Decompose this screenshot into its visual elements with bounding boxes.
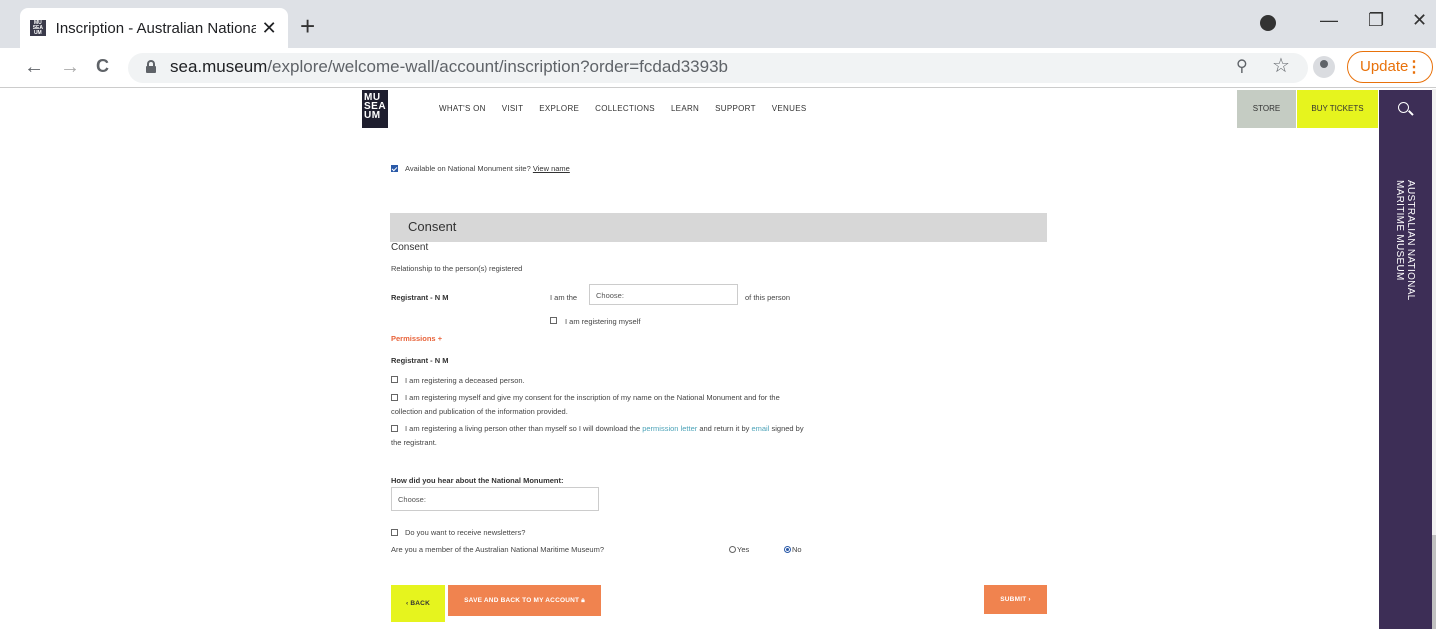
bookmark-star-icon[interactable]: ☆ — [1272, 53, 1290, 78]
nav-whats-on[interactable]: WHAT'S ON — [439, 104, 486, 113]
i-am-the-label: I am the — [550, 293, 578, 302]
favicon-icon: MU SEA UM — [30, 20, 46, 36]
member-yes-radio[interactable] — [729, 546, 736, 553]
main-nav: WHAT'S ON VISIT EXPLORE COLLECTIONS LEAR… — [439, 104, 806, 113]
address-bar: ← → C sea.museum/explore/welcome-wall/ac… — [0, 48, 1436, 88]
minimize-icon[interactable]: — — [1320, 10, 1338, 31]
newsletter-label: Do you want to receive newsletters? — [405, 528, 526, 537]
forward-icon[interactable]: → — [60, 56, 80, 79]
member-no-label: No — [792, 545, 802, 554]
search-icon — [1398, 102, 1409, 113]
member-no-radio[interactable] — [784, 546, 791, 553]
new-tab-button[interactable]: + — [300, 13, 315, 39]
lock-icon: 🔒︎ — [581, 597, 585, 604]
back-icon[interactable]: ← — [24, 56, 44, 79]
permissions-toggle[interactable]: Permissions + — [391, 334, 442, 343]
relationship-label: Relationship to the person(s) registered — [391, 264, 523, 273]
living-person-checkbox[interactable] — [391, 425, 398, 432]
relationship-select[interactable]: Choose: — [589, 284, 738, 305]
of-this-person-label: of this person — [745, 293, 791, 302]
scrollbar-thumb[interactable] — [1432, 535, 1436, 629]
deceased-checkbox[interactable] — [391, 376, 398, 383]
hear-about-select[interactable]: Choose: — [391, 487, 599, 511]
consent-myself-label-line1: I am registering myself and give my cons… — [405, 393, 780, 402]
reload-icon[interactable]: C — [96, 56, 109, 77]
restore-icon[interactable]: ❐ — [1368, 10, 1384, 31]
browser-tab[interactable]: MU SEA UM Inscription - Australian Natio… — [20, 8, 288, 48]
consent-heading: Consent — [391, 242, 429, 253]
living-person-label-line2: the registrant. — [391, 438, 437, 447]
consent-section-header: Consent — [390, 213, 1047, 242]
back-button[interactable]: ‹ BACK — [391, 585, 445, 622]
nav-venues[interactable]: VENUES — [772, 104, 807, 113]
close-tab-icon[interactable]: ✕ — [260, 18, 278, 39]
nav-learn[interactable]: LEARN — [671, 104, 699, 113]
nav-collections[interactable]: COLLECTIONS — [595, 104, 655, 113]
nav-visit[interactable]: VISIT — [502, 104, 524, 113]
tab-title: Inscription - Australian National M — [55, 19, 257, 37]
consent-myself-checkbox[interactable] — [391, 394, 398, 401]
buy-tickets-button[interactable]: BUY TICKETS — [1297, 90, 1378, 128]
url-field[interactable]: sea.museum/explore/welcome-wall/account/… — [128, 53, 1308, 83]
view-name-link[interactable]: View name — [533, 164, 570, 173]
save-button[interactable]: SAVE AND BACK TO MY ACCOUNT 🔒︎ — [448, 585, 601, 616]
available-label: Available on National Monument site? Vie… — [405, 164, 570, 173]
close-window-icon[interactable]: ✕ — [1412, 10, 1427, 31]
museum-logo[interactable]: MU SEA UM — [362, 90, 388, 128]
menu-dots-icon: ⋮ — [1406, 59, 1422, 76]
newsletter-checkbox[interactable] — [391, 529, 398, 536]
submit-button[interactable]: SUBMIT › — [984, 585, 1047, 614]
browser-tab-bar: MU SEA UM Inscription - Australian Natio… — [0, 0, 1436, 48]
hear-about-label: How did you hear about the National Monu… — [391, 476, 564, 485]
nav-support[interactable]: SUPPORT — [715, 104, 756, 113]
permission-letter-link[interactable]: permission letter — [642, 424, 697, 433]
registrant-label: Registrant - N M — [391, 293, 449, 302]
update-button[interactable]: Update ⋮ — [1347, 51, 1433, 83]
side-panel-title: AUSTRALIAN NATIONAL MARITIME MUSEUM — [1394, 180, 1416, 301]
extension-icon[interactable] — [1260, 15, 1276, 31]
site-search-button[interactable] — [1379, 90, 1432, 128]
lock-icon — [146, 60, 156, 73]
member-question: Are you a member of the Australian Natio… — [391, 545, 605, 554]
deceased-label: I am registering a deceased person. — [405, 376, 525, 385]
member-yes-label: Yes — [737, 545, 750, 554]
nav-explore[interactable]: EXPLORE — [539, 104, 579, 113]
registering-myself-label: I am registering myself — [565, 317, 641, 326]
perm-registrant-label: Registrant - N M — [391, 356, 449, 365]
available-checkbox[interactable] — [391, 165, 398, 172]
zoom-icon[interactable]: ⚲ — [1236, 56, 1248, 76]
url-text: sea.museum/explore/welcome-wall/account/… — [170, 57, 729, 76]
consent-myself-label-line2: collection and publication of the inform… — [391, 407, 568, 416]
profile-avatar-icon[interactable] — [1313, 56, 1335, 78]
living-person-label-line1: I am registering a living person other t… — [405, 424, 804, 433]
email-link[interactable]: email — [751, 424, 769, 433]
store-button[interactable]: STORE — [1237, 90, 1296, 128]
registering-myself-checkbox[interactable] — [550, 317, 557, 324]
